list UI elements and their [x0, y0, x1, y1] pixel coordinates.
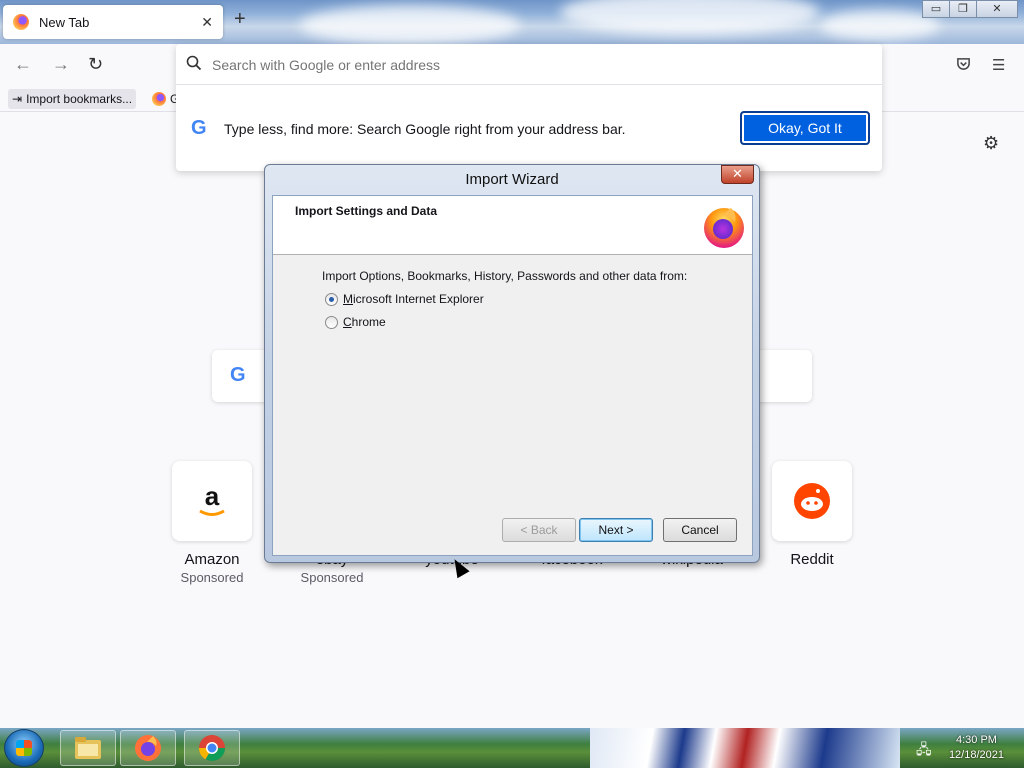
- wizard-header: Import Settings and Data: [273, 196, 752, 255]
- top-site-reddit[interactable]: Reddit: [772, 461, 852, 568]
- clock-time: 4:30 PM: [955, 734, 997, 746]
- taskbar: 🖧 4:30 PM 12/18/2021: [0, 728, 1024, 768]
- back-button[interactable]: < Back: [502, 518, 576, 542]
- window-controls: ▭ ❐ ✕: [922, 0, 1018, 18]
- new-tab-button[interactable]: +: [234, 8, 246, 31]
- chrome-icon: [198, 735, 226, 762]
- pocket-icon[interactable]: [956, 56, 971, 75]
- tab-close-icon[interactable]: ✕: [201, 14, 213, 31]
- firefox-icon: [152, 92, 166, 106]
- divider: [176, 84, 882, 85]
- site-sponsored: Sponsored: [180, 570, 244, 585]
- minimize-button[interactable]: ▭: [922, 0, 950, 18]
- radio-button-selected[interactable]: [325, 292, 338, 306]
- system-tray: 🖧 4:30 PM 12/18/2021: [912, 728, 1024, 768]
- next-button[interactable]: Next >: [579, 518, 653, 542]
- amazon-icon: a: [172, 461, 252, 541]
- clock-date: 12/18/2021: [948, 749, 1004, 761]
- reload-icon[interactable]: ↻: [88, 54, 103, 75]
- wizard-header-title: Import Settings and Data: [295, 204, 438, 218]
- tab-bar: New Tab ✕ + ▭ ❐ ✕: [0, 0, 1024, 44]
- import-icon: ⇥: [12, 92, 23, 106]
- radio-button[interactable]: [325, 315, 338, 329]
- restore-button[interactable]: ❐: [949, 0, 977, 18]
- address-bar[interactable]: [186, 54, 872, 76]
- start-button[interactable]: [4, 729, 44, 767]
- dialog-body: Import Settings and Data Import Options,…: [272, 195, 753, 556]
- google-icon: G: [230, 364, 246, 386]
- firefox-icon: [135, 735, 161, 761]
- firefox-icon: [13, 14, 29, 30]
- taskbar-chrome[interactable]: [184, 730, 240, 766]
- search-icon: [186, 55, 202, 76]
- bookmark-import[interactable]: ⇥ Import bookmarks...: [8, 89, 137, 109]
- dialog-title: Import Wizard: [465, 171, 559, 188]
- bookmark-label: Import bookmarks...: [26, 92, 133, 106]
- import-wizard-dialog: Import Wizard ✕ Import Settings and Data: [264, 164, 760, 563]
- wallpaper-strip: [590, 728, 900, 768]
- menu-icon[interactable]: ☰: [992, 56, 1005, 74]
- site-sponsored: Sponsored: [300, 570, 364, 585]
- option-chrome[interactable]: Chrome: [325, 315, 386, 329]
- dialog-close-button[interactable]: ✕: [721, 165, 754, 184]
- close-window-button[interactable]: ✕: [976, 0, 1018, 18]
- top-site-amazon[interactable]: a Amazon Sponsored: [172, 461, 252, 585]
- folder-icon: [75, 737, 101, 759]
- cancel-button[interactable]: Cancel: [663, 518, 737, 542]
- option-internet-explorer[interactable]: Microsoft Internet Explorer: [325, 292, 484, 306]
- windows-logo-icon: [16, 740, 32, 756]
- reddit-icon: [772, 461, 852, 541]
- google-tip-text: Type less, find more: Search Google righ…: [224, 121, 626, 137]
- google-icon: G: [191, 117, 207, 139]
- network-icon[interactable]: 🖧: [916, 739, 932, 763]
- tab-title: New Tab: [39, 14, 90, 30]
- back-arrow-icon[interactable]: ←: [14, 54, 32, 75]
- tab-new-tab[interactable]: New Tab ✕: [3, 5, 223, 39]
- gear-icon[interactable]: ⚙: [983, 133, 999, 154]
- import-options-label: Import Options, Bookmarks, History, Pass…: [322, 269, 688, 283]
- firefox-logo-icon: [704, 208, 744, 248]
- url-dropdown: G Type less, find more: Search Google ri…: [176, 44, 882, 171]
- okay-got-it-button[interactable]: Okay, Got It: [740, 111, 870, 145]
- taskbar-explorer[interactable]: [60, 730, 116, 766]
- address-input[interactable]: [212, 57, 812, 73]
- clock[interactable]: 4:30 PM 12/18/2021: [949, 733, 1004, 763]
- option-label: Chrome: [343, 315, 386, 329]
- option-label: Microsoft Internet Explorer: [343, 292, 484, 306]
- taskbar-firefox[interactable]: [120, 730, 176, 766]
- forward-arrow-icon[interactable]: →: [52, 54, 70, 75]
- site-name: Amazon: [184, 551, 240, 568]
- svg-text:a: a: [205, 481, 220, 511]
- site-name: Reddit: [790, 551, 834, 568]
